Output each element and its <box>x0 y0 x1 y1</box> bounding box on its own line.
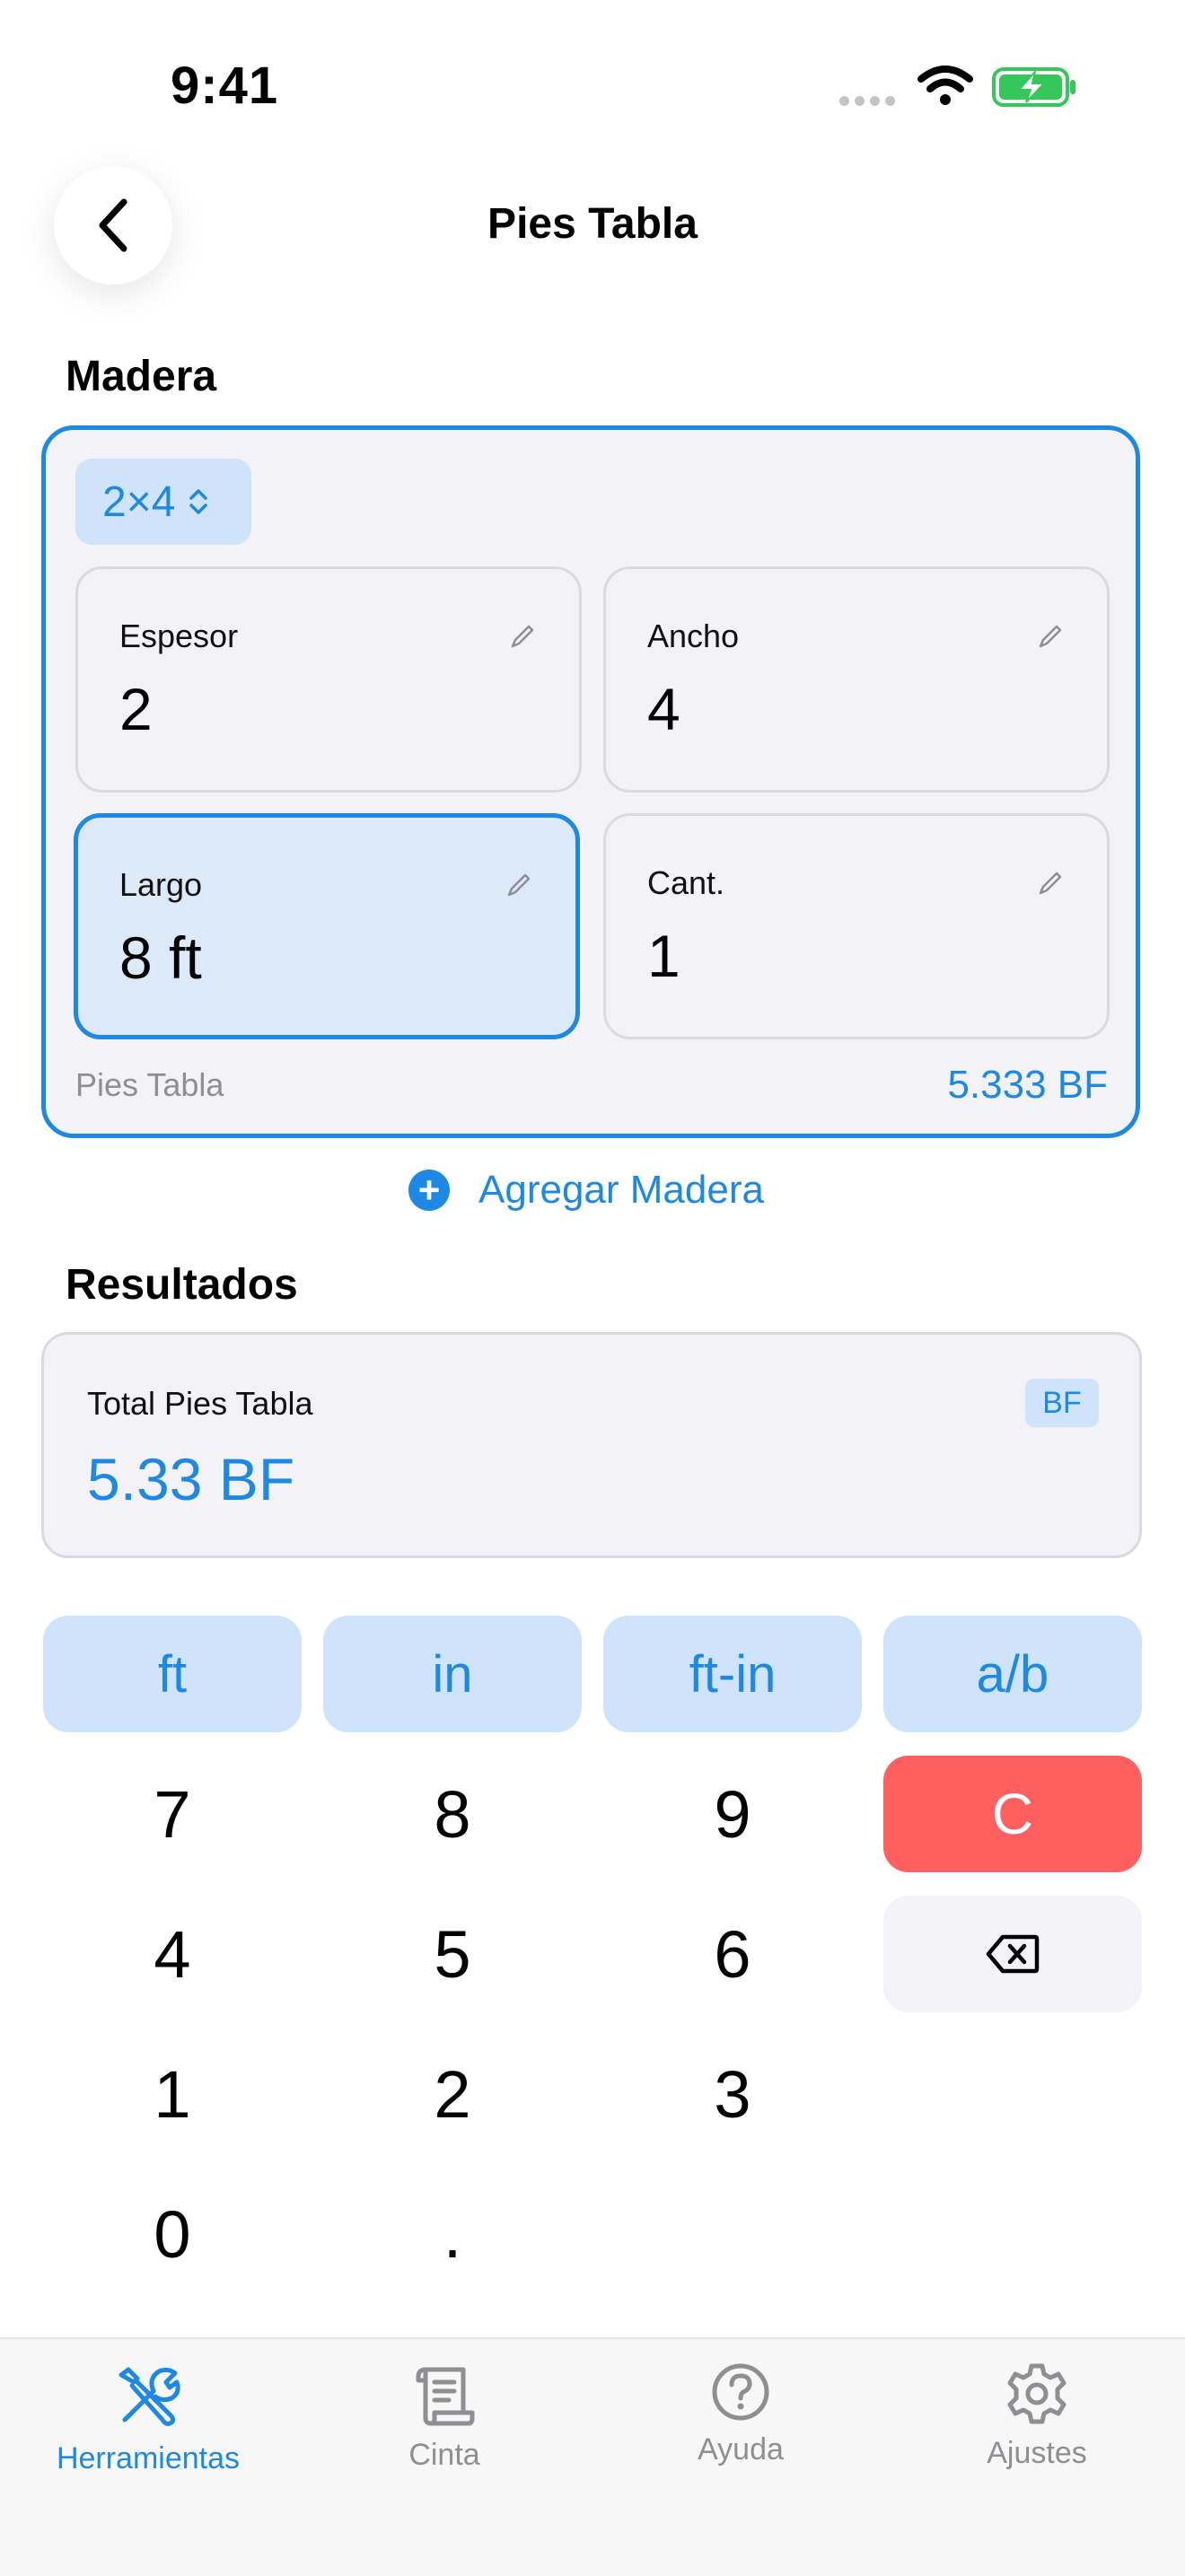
clear-button[interactable]: C <box>883 1756 1142 1872</box>
width-value: 4 <box>647 676 680 742</box>
unit-fraction-key[interactable]: a/b <box>883 1616 1142 1732</box>
tab-tools[interactable]: Herramientas <box>0 2361 296 2476</box>
tab-tools-label: Herramientas <box>56 2441 241 2475</box>
pencil-icon <box>1039 872 1062 895</box>
add-lumber-label: Agregar Madera <box>478 1168 764 1212</box>
tab-tape[interactable]: Cinta <box>296 2361 592 2473</box>
length-label: Largo <box>119 866 203 903</box>
plus-circle-icon: + <box>408 1170 450 1211</box>
scroll-icon <box>416 2367 475 2426</box>
tab-help[interactable]: Ayuda <box>592 2361 889 2467</box>
section-title-results: Resultados <box>66 1261 298 1309</box>
signal-icon <box>839 94 902 106</box>
key-3[interactable]: 3 <box>603 2036 862 2152</box>
thickness-label: Espesor <box>119 618 239 654</box>
tab-settings[interactable]: Ajustes <box>889 2361 1185 2471</box>
board-feet-label: Pies Tabla <box>75 1066 224 1103</box>
width-label: Ancho <box>647 618 740 654</box>
key-decimal[interactable]: . <box>323 2176 582 2292</box>
key-1[interactable]: 1 <box>43 2036 302 2152</box>
quantity-field[interactable]: Cant. 1 <box>603 813 1110 1039</box>
unit-in-key[interactable]: in <box>323 1616 582 1732</box>
help-icon <box>712 2363 769 2421</box>
delete-left-icon <box>986 1934 1040 1974</box>
length-field[interactable]: Largo 8 ft <box>74 813 580 1039</box>
thickness-value: 2 <box>119 676 153 742</box>
key-4[interactable]: 4 <box>43 1896 302 2012</box>
preset-selector[interactable]: 2×4 <box>75 459 251 545</box>
quantity-value: 1 <box>647 923 680 989</box>
section-title-lumber: Madera <box>66 353 217 400</box>
key-8[interactable]: 8 <box>323 1756 582 1872</box>
gear-icon <box>1007 2363 1066 2424</box>
key-5[interactable]: 5 <box>323 1896 582 2012</box>
tab-settings-label: Ajustes <box>987 2436 1087 2470</box>
key-6[interactable]: 6 <box>603 1896 862 2012</box>
tools-icon <box>118 2367 180 2426</box>
key-2[interactable]: 2 <box>323 2036 582 2152</box>
tab-help-label: Ayuda <box>698 2432 784 2466</box>
status-time: 9:41 <box>171 57 279 115</box>
total-board-feet-label: Total Pies Tabla <box>87 1385 313 1422</box>
width-field[interactable]: Ancho 4 <box>603 566 1110 793</box>
key-0[interactable]: 0 <box>43 2176 302 2292</box>
chevron-updown-icon <box>189 489 208 514</box>
key-9[interactable]: 9 <box>603 1756 862 1872</box>
key-7[interactable]: 7 <box>43 1756 302 1872</box>
tab-tape-label: Cinta <box>408 2438 480 2472</box>
page-title: Pies Tabla <box>487 200 698 248</box>
backspace-button[interactable] <box>883 1896 1142 2012</box>
add-lumber-button[interactable]: + Agregar Madera <box>408 1165 764 1215</box>
pencil-icon <box>1039 625 1062 648</box>
board-feet-value: 5.333 BF <box>947 1063 1108 1107</box>
unit-badge: BF <box>1025 1379 1099 1427</box>
total-board-feet-value: 5.33 BF <box>87 1446 295 1512</box>
pencil-icon <box>507 873 531 897</box>
pencil-icon <box>511 625 534 648</box>
unit-ft-key[interactable]: ft <box>43 1616 302 1732</box>
quantity-label: Cant. <box>647 864 725 901</box>
battery-icon <box>992 67 1075 107</box>
thickness-field[interactable]: Espesor 2 <box>75 566 582 793</box>
length-value: 8 ft <box>119 924 202 991</box>
wifi-icon <box>917 66 973 105</box>
unit-ftin-key[interactable]: ft-in <box>603 1616 862 1732</box>
preset-label: 2×4 <box>102 478 176 526</box>
